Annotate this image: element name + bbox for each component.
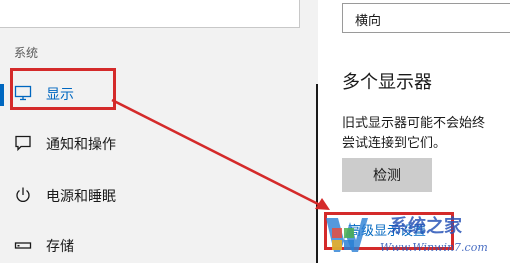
watermark-name: 系统之家 (390, 216, 462, 237)
watermark-url: Www.Winwin7.com (380, 241, 488, 254)
watermark-logo (326, 218, 368, 252)
watermark: 系统之家 Www.Winwin7.com (320, 208, 510, 263)
